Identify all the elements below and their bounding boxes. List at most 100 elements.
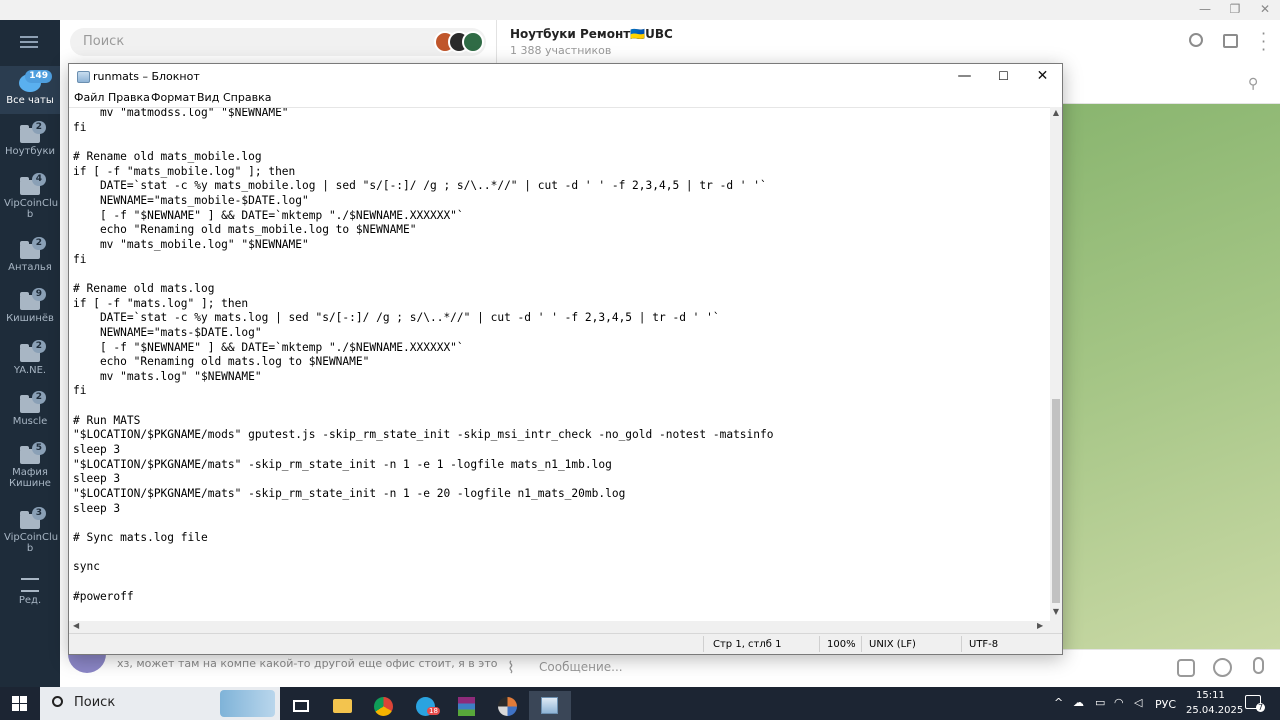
telegram-folder-sidebar: 149 Все чаты 2 Ноутбуки 4 VipCoinClu b 2… (0, 20, 60, 687)
chat-title: Ноутбуки Ремонт🇺🇦UBC (510, 27, 673, 41)
commands-icon[interactable] (1177, 659, 1195, 677)
vertical-scrollbar[interactable]: ▲ ▼ (1050, 107, 1062, 621)
restore-icon[interactable]: ❐ (1220, 2, 1250, 16)
minimize-button[interactable]: — (945, 64, 984, 90)
clock-time[interactable]: 15:11 (1196, 690, 1225, 701)
task-view-icon[interactable] (283, 691, 319, 720)
close-icon[interactable]: ✕ (1250, 2, 1280, 16)
telegram-badge: 18 (427, 707, 440, 715)
folder-notebooks[interactable]: 2 Ноутбуки (0, 121, 60, 157)
clock-date[interactable]: 25.04.2025 (1186, 705, 1243, 716)
menu-format[interactable]: Формат (151, 91, 196, 104)
start-button[interactable] (12, 696, 27, 711)
notepad-titlebar[interactable]: runmats – Блокнот — ☐ ✕ (69, 64, 1062, 90)
scroll-up-icon[interactable]: ▲ (1050, 108, 1062, 117)
chat-header[interactable]: Ноутбуки Ремонт🇺🇦UBC 1 388 участников · ·… (497, 20, 1280, 64)
scroll-left-icon[interactable]: ◀ (73, 621, 79, 630)
sliders-icon (21, 578, 39, 592)
folder-label: YA.NE. (13, 365, 47, 376)
folder-kishinev[interactable]: 9 Кишинёв (0, 288, 60, 324)
search-input[interactable]: Поиск (70, 28, 486, 56)
folder-label: Muscle (12, 416, 48, 427)
tray-app-icon[interactable]: ▭ (1095, 696, 1105, 709)
folder-mafia[interactable]: 5 Мафия Кишине (0, 442, 60, 489)
telegram-icon[interactable]: 18 (407, 691, 443, 720)
status-divider (861, 636, 862, 652)
preview-text: хз, может там на компе какой-то другой е… (117, 657, 540, 670)
chevron-up-icon[interactable]: ^ (1054, 696, 1063, 709)
scrollbar-thumb[interactable] (1052, 399, 1060, 603)
taskbar-search-label: Поиск (74, 695, 116, 710)
status-bar: Стр 1, стлб 1 100% UNIX (LF) UTF-8 (69, 633, 1062, 654)
menu-bar: Файл Правка Формат Вид Справка (69, 90, 1062, 107)
folder-antalya[interactable]: 2 Анталья (0, 237, 60, 273)
search-icon (52, 696, 63, 707)
horizontal-scrollbar[interactable]: ◀ ▶ (69, 621, 1050, 633)
folder-badge: 3 (31, 507, 46, 520)
menu-edit[interactable]: Правка (108, 91, 150, 104)
taskbar: Поиск 18 ^ ☁ ▭ ◠ ◁ РУС 15:11 25.04.2025 … (0, 687, 1280, 720)
language-indicator[interactable]: РУС (1155, 698, 1176, 711)
zoom-level: 100% (827, 639, 856, 650)
more-icon[interactable]: · · · (1261, 26, 1266, 58)
folder-vipcoinclub-2[interactable]: 3 VipCoinClu b (0, 507, 60, 554)
folder-vipcoinclub[interactable]: 4 VipCoinClu b (0, 173, 60, 220)
notepad-icon (77, 71, 90, 83)
folder-label: Мафия Кишине (9, 467, 51, 489)
folder-muscle[interactable]: 2 Muscle (0, 391, 60, 427)
telegram-titlebar: — ❐ ✕ (0, 0, 1280, 20)
editor-content[interactable]: mv "matmodss.log" "$NEWNAME" fi # Rename… (73, 108, 774, 604)
folder-label: Ноутбуки (4, 146, 55, 157)
folder-badge: 2 (31, 340, 46, 353)
menu-help[interactable]: Справка (223, 91, 271, 104)
close-button[interactable]: ✕ (1023, 64, 1062, 90)
scroll-right-icon[interactable]: ▶ (1037, 621, 1043, 630)
pinned-bar[interactable]: ⚲ (1060, 64, 1280, 104)
cloud-icon[interactable]: ☁ (1073, 696, 1084, 709)
pin-icon[interactable]: ⚲ (1248, 76, 1258, 92)
folder-all-chats[interactable]: 149 Все чаты (0, 66, 60, 114)
volume-icon[interactable]: ◁ (1134, 696, 1142, 709)
sidebar-toggle-icon[interactable] (1223, 34, 1238, 48)
cursor-position: Стр 1, стлб 1 (713, 639, 782, 650)
emoji-icon[interactable] (1213, 658, 1232, 677)
scroll-corner (1050, 621, 1062, 633)
search-placeholder: Поиск (83, 34, 125, 49)
folder-badge: 2 (31, 121, 46, 134)
notepad-taskbar-icon[interactable] (529, 691, 571, 720)
file-explorer-icon[interactable] (324, 691, 360, 720)
notepad-window: runmats – Блокнот — ☐ ✕ Файл Правка Форм… (68, 63, 1063, 655)
menu-view[interactable]: Вид (197, 91, 219, 104)
folder-label: Все чаты (6, 95, 54, 106)
microphone-icon[interactable] (1253, 657, 1264, 674)
search-icon[interactable] (1189, 33, 1203, 47)
search-highlight-icon (220, 690, 275, 717)
folder-edit[interactable]: Ред. (0, 578, 60, 606)
menu-file[interactable]: Файл (74, 91, 104, 104)
folder-badge: 9 (31, 288, 46, 301)
scroll-down-icon[interactable]: ▼ (1050, 607, 1062, 616)
taskbar-search[interactable]: Поиск (40, 687, 280, 720)
status-divider (961, 636, 962, 652)
avatar[interactable] (462, 31, 484, 53)
minimize-icon[interactable]: — (1190, 2, 1220, 16)
chrome-icon[interactable] (365, 691, 401, 720)
folder-label: VipCoinClu b (4, 198, 59, 220)
encoding: UTF-8 (969, 639, 999, 650)
maximize-button[interactable]: ☐ (984, 64, 1023, 90)
chat-background (1060, 104, 1280, 649)
text-editor[interactable]: mv "matmodss.log" "$NEWNAME" fi # Rename… (69, 107, 1050, 621)
status-divider (703, 636, 704, 652)
attach-icon[interactable]: ⌇ (507, 658, 515, 677)
folder-badge: 5 (31, 442, 46, 455)
line-ending: UNIX (LF) (869, 639, 916, 650)
folder-badge: 2 (31, 391, 46, 404)
folder-yane[interactable]: 2 YA.NE. (0, 340, 60, 376)
folder-badge: 4 (31, 173, 46, 186)
app-icon[interactable] (489, 691, 525, 720)
menu-icon[interactable] (20, 36, 38, 48)
message-input[interactable]: Сообщение... (539, 660, 623, 674)
wifi-icon[interactable]: ◠ (1114, 696, 1124, 709)
folder-label: Ред. (18, 595, 42, 606)
winrar-icon[interactable] (448, 691, 484, 720)
